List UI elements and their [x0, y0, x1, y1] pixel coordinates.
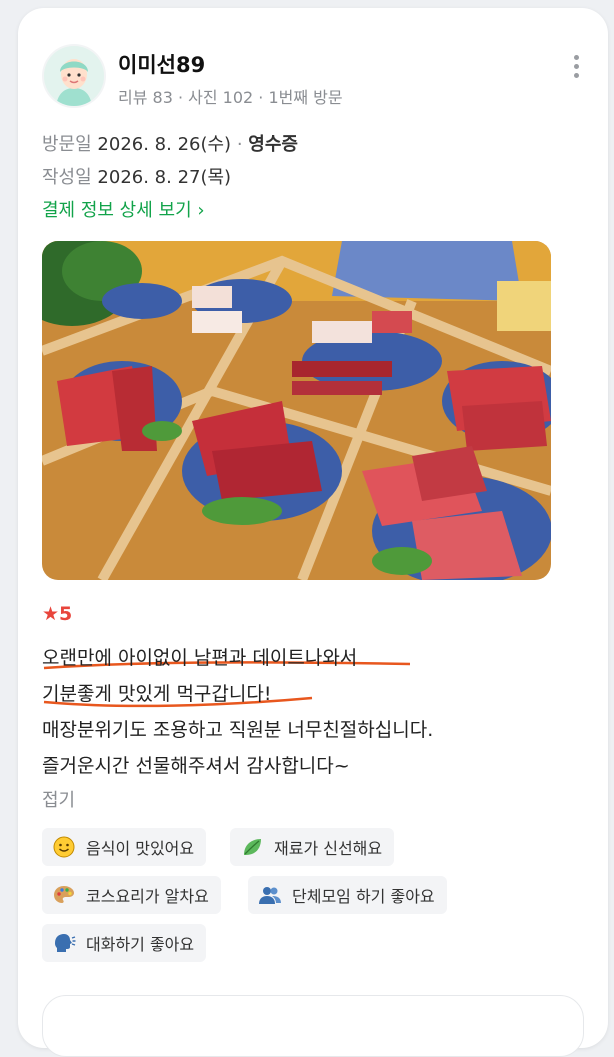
review-photo[interactable] [42, 241, 551, 580]
visit-date-row: 방문일 2026. 8. 26(수) · 영수증 [42, 130, 298, 156]
people-icon [258, 883, 282, 907]
tag-label: 코스요리가 알차요 [86, 887, 209, 906]
keyword-tag[interactable]: 재료가 신선해요 [230, 828, 395, 866]
reviewer-name[interactable]: 이미선89 [118, 49, 205, 79]
visit-date: 2026. 8. 26(수) [97, 134, 232, 155]
avatar-illustration [44, 46, 104, 106]
reviewer-avatar[interactable] [44, 46, 104, 106]
separator: · [231, 134, 249, 155]
keyword-tag[interactable]: 음식이 맛있어요 [42, 828, 207, 866]
receipt-badge: 영수증 [248, 134, 298, 155]
rating: ★5 [42, 603, 72, 625]
sashimi-photo-illustration [42, 241, 551, 580]
review-line: 즐거운시간 선물해주셔서 감사합니다~ [42, 755, 350, 777]
more-options-icon[interactable] [566, 52, 586, 82]
smiley-face-icon [52, 835, 76, 859]
keyword-tag[interactable]: 대화하기 좋아요 [42, 924, 207, 962]
visit-label: 방문일 [42, 134, 92, 155]
rating-value: 5 [59, 603, 73, 625]
leaf-icon [240, 835, 264, 859]
written-date-row: 작성일 2026. 8. 27(목) [42, 163, 231, 189]
review-line: 기분좋게 맛있게 먹구갑니다! [42, 683, 272, 705]
reviewer-stats: 리뷰 83 · 사진 102 · 1번째 방문 [118, 88, 343, 107]
star-icon: ★ [42, 603, 60, 625]
talking-head-icon [52, 931, 76, 955]
tag-label: 대화하기 좋아요 [86, 935, 195, 954]
tag-label: 단체모임 하기 좋아요 [292, 887, 435, 906]
review-line: 매장분위기도 조용하고 직원분 너무친절하십니다. [42, 719, 434, 741]
palette-icon [52, 883, 76, 907]
written-date: 2026. 8. 27(목) [97, 167, 232, 188]
review-text: 오랜만에 아이없이 남편과 데이트나와서 기분좋게 맛있게 먹구갑니다! 매장분… [42, 640, 582, 784]
payment-details-link[interactable]: 결제 정보 상세 보기 › [42, 196, 205, 222]
fold-button[interactable]: 접기 [42, 786, 75, 812]
keyword-tag[interactable]: 단체모임 하기 좋아요 [248, 876, 447, 914]
keyword-tag[interactable]: 코스요리가 알차요 [42, 876, 221, 914]
written-label: 작성일 [42, 167, 92, 188]
tag-label: 재료가 신선해요 [274, 839, 383, 858]
review-line: 오랜만에 아이없이 남편과 데이트나와서 [42, 647, 358, 669]
tag-label: 음식이 맛있어요 [86, 839, 195, 858]
next-review-card [42, 995, 584, 1057]
